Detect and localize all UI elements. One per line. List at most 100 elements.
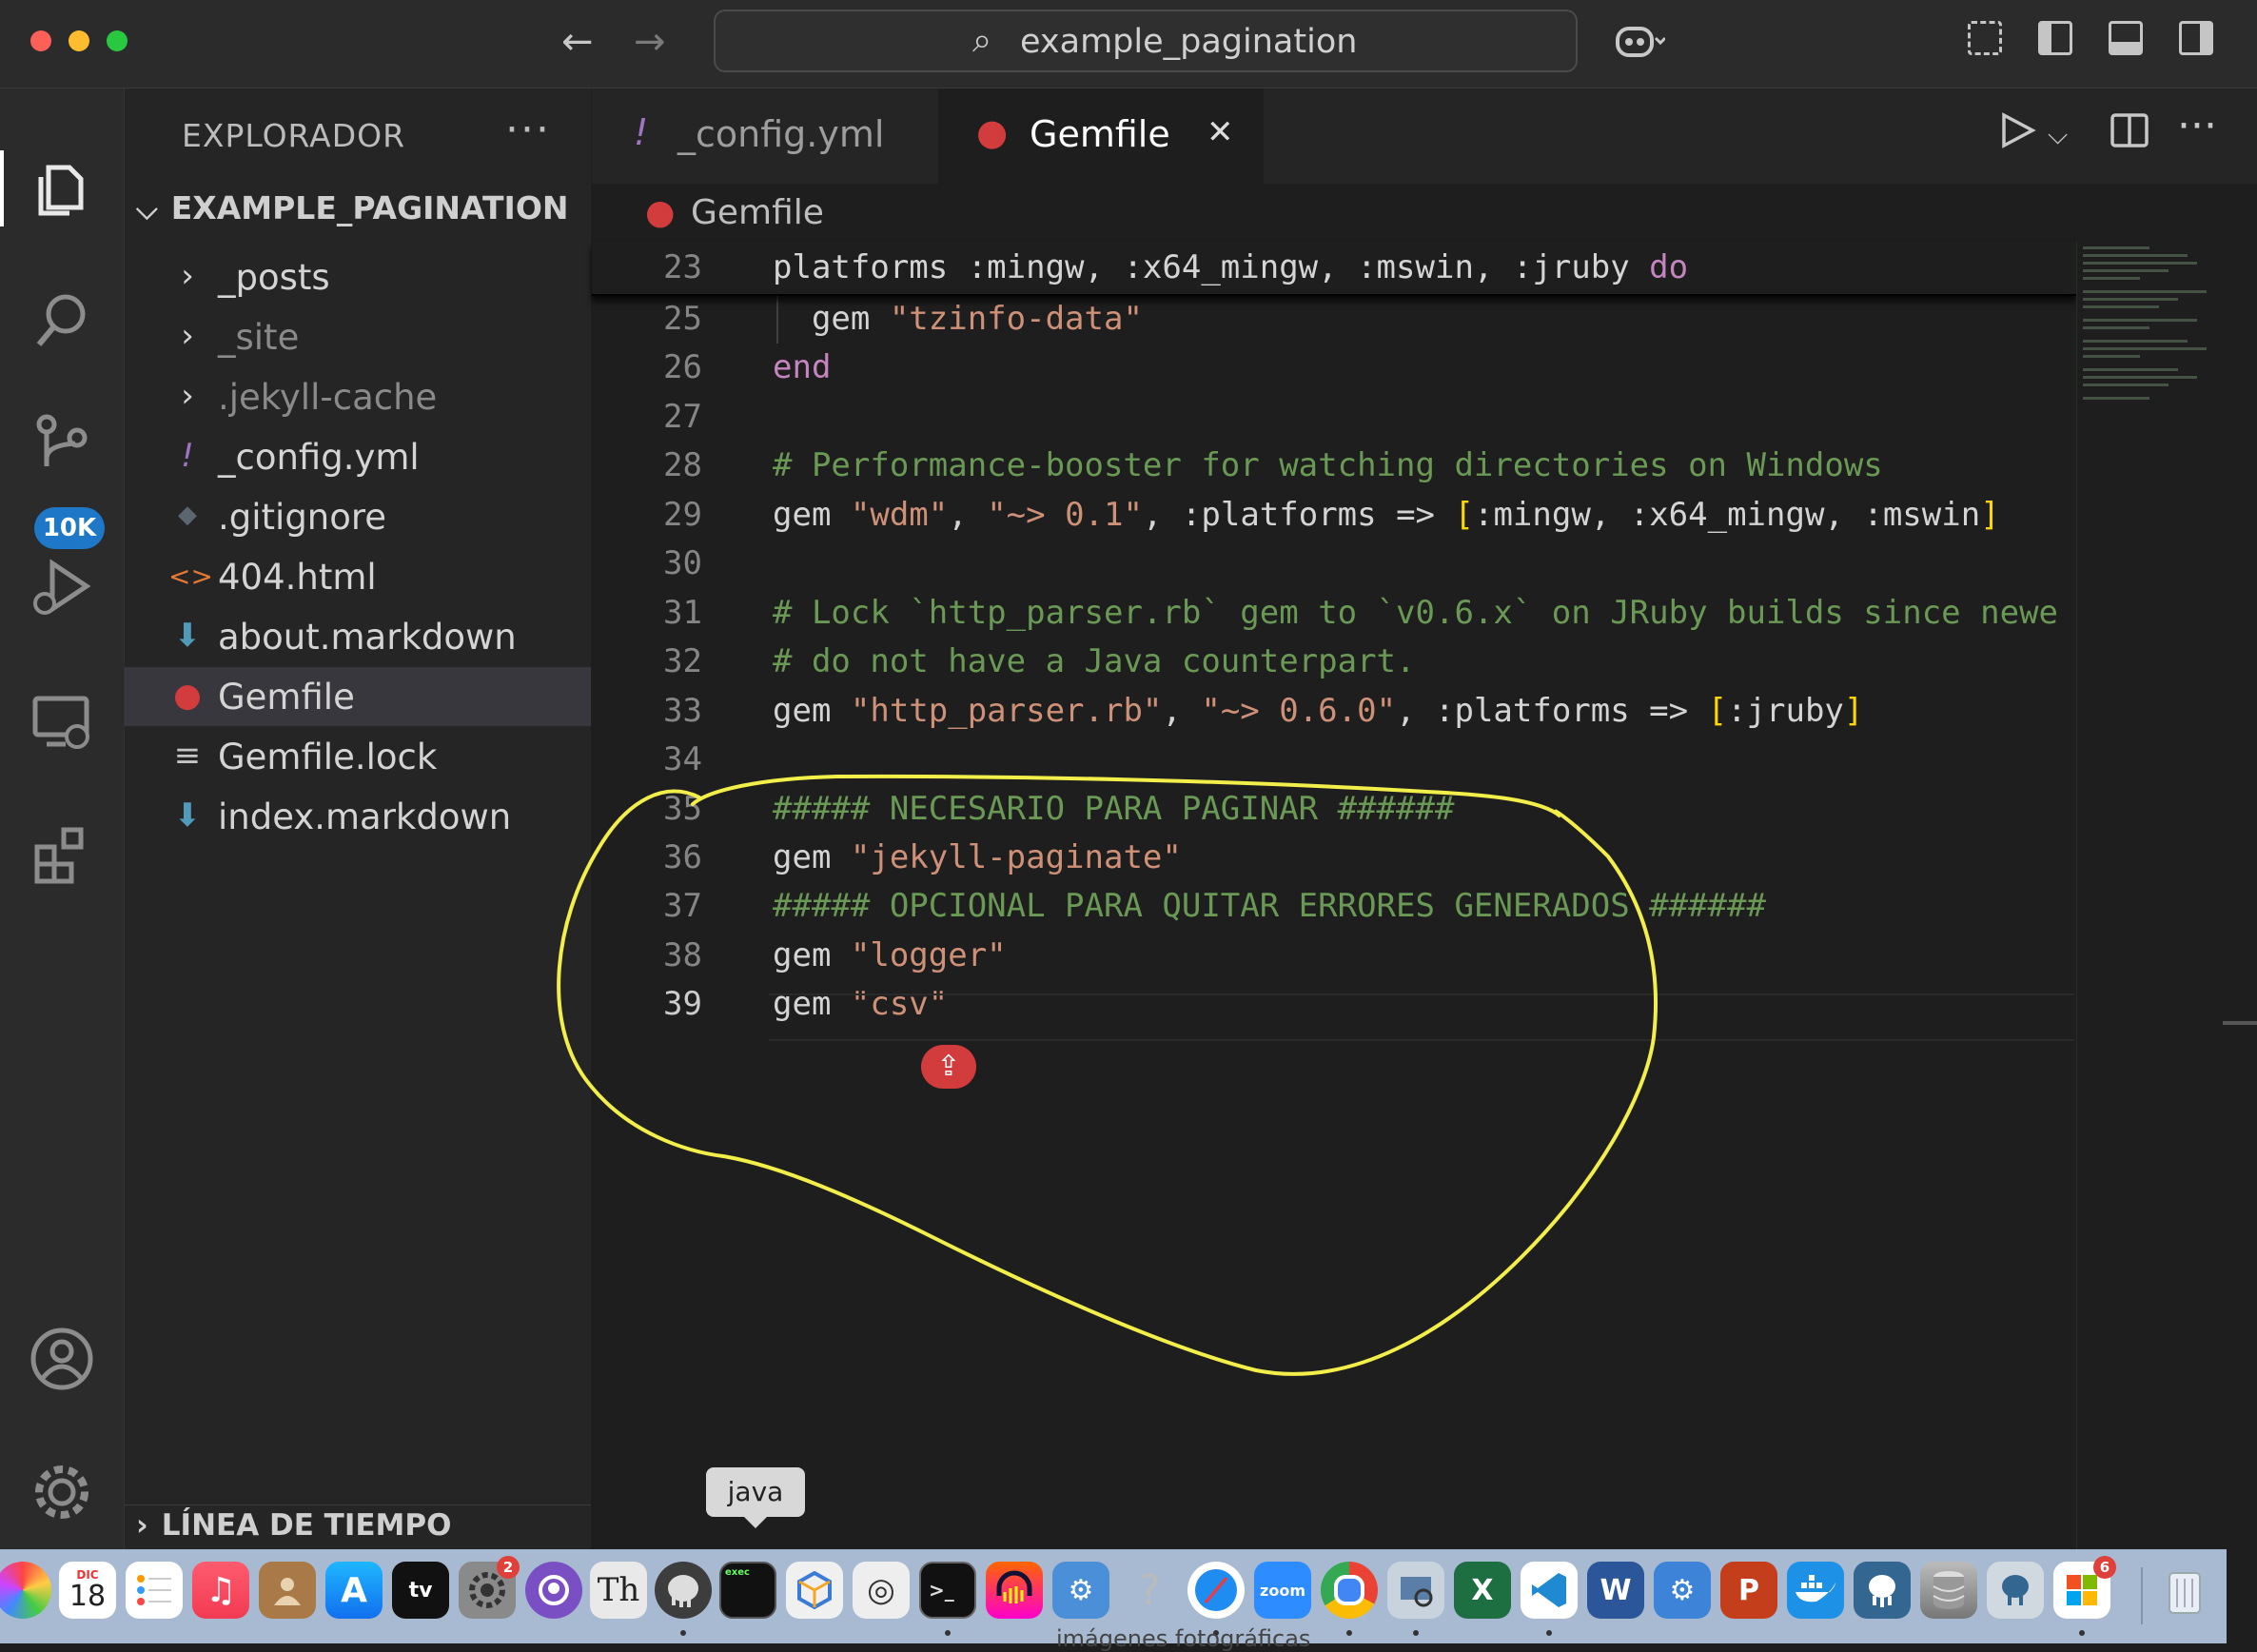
- vscode-app-icon[interactable]: [1521, 1562, 1578, 1619]
- markdown-file-icon: ⬇: [173, 617, 202, 655]
- postgres-app-icon[interactable]: [1854, 1562, 1911, 1619]
- tree-file-config-yml[interactable]: ! _config.yml: [125, 427, 591, 486]
- close-tab-icon[interactable]: ✕: [1207, 113, 1234, 151]
- cube-app-icon[interactable]: [786, 1562, 843, 1619]
- minimap[interactable]: [2076, 241, 2220, 1554]
- terminal-app-icon[interactable]: >_: [919, 1562, 976, 1619]
- scrollbar-thumb[interactable]: [2223, 1021, 2257, 1025]
- apple-tv-app-icon[interactable]: tv: [392, 1562, 449, 1619]
- chevron-right-icon: ›: [181, 257, 194, 295]
- powerpoint-app-icon[interactable]: P: [1720, 1562, 1777, 1619]
- toggle-primary-sidebar-icon[interactable]: [2038, 21, 2072, 55]
- editor-scrollbar[interactable]: [2223, 241, 2257, 1554]
- sticky-scroll-header[interactable]: 23 platforms :mingw, :x64_mingw, :mswin,…: [592, 241, 2076, 296]
- database-app-icon[interactable]: [1920, 1562, 1977, 1619]
- timeline-section-header[interactable]: › LÍNEA DE TIEMPO: [136, 1508, 451, 1543]
- code-line[interactable]: 38 gem "logger": [592, 931, 2076, 980]
- explorer-files-icon[interactable]: [0, 136, 124, 241]
- search-activity-icon[interactable]: [0, 269, 124, 374]
- safari-app-icon[interactable]: [1187, 1562, 1245, 1619]
- run-play-icon[interactable]: [1996, 109, 2038, 162]
- code-line[interactable]: 32 # do not have a Java counterpart.: [592, 637, 2076, 686]
- explorer-title: EXPLORADOR: [182, 117, 406, 154]
- audio-app-icon[interactable]: [986, 1562, 1043, 1619]
- running-indicator: [1413, 1630, 1419, 1636]
- code-line[interactable]: 33 gem "http_parser.rb", "~> 0.6.0", :pla…: [592, 686, 2076, 736]
- tab-config-yml[interactable]: ! _config.yml: [592, 88, 938, 184]
- account-icon[interactable]: [0, 1307, 124, 1411]
- copilot-icon[interactable]: [1612, 19, 1667, 75]
- split-editor-icon[interactable]: [2109, 109, 2150, 162]
- toggle-panel-icon[interactable]: [2109, 21, 2143, 55]
- calendar-app-icon[interactable]: DIC 18: [59, 1562, 116, 1619]
- remote-explorer-icon[interactable]: [0, 669, 124, 774]
- word-app-icon[interactable]: W: [1587, 1562, 1644, 1619]
- tree-file-gemfile[interactable]: ● Gemfile: [125, 667, 591, 726]
- photos-app-icon[interactable]: [0, 1562, 51, 1619]
- code-line[interactable]: 36 gem "jekyll-paginate": [592, 833, 2076, 882]
- code-line[interactable]: 29 gem "wdm", "~> 0.1", :platforms => [:m…: [592, 490, 2076, 540]
- code-editor[interactable]: 25 gem "tzinfo-data" 26 end 27 28 # Performan…: [592, 241, 2076, 1554]
- code-text: gem "jekyll-paginate": [773, 837, 1182, 876]
- contacts-app-icon[interactable]: [259, 1562, 316, 1619]
- disk-utility-icon[interactable]: ⚙: [1052, 1562, 1109, 1619]
- code-line[interactable]: 30: [592, 539, 2076, 588]
- tree-file-gitignore[interactable]: ◆ .gitignore: [125, 487, 591, 546]
- help-icon[interactable]: ?: [1121, 1562, 1178, 1619]
- docker-app-icon[interactable]: [1787, 1562, 1844, 1619]
- java-app-icon[interactable]: [655, 1562, 712, 1619]
- search-text: example_pagination: [1020, 23, 1358, 61]
- tree-file-about-markdown[interactable]: ⬇ about.markdown: [125, 607, 591, 666]
- tree-folder-posts[interactable]: › _posts: [125, 247, 591, 306]
- exec-terminal-icon[interactable]: exec: [719, 1562, 776, 1619]
- tab-gemfile[interactable]: ● Gemfile ✕: [938, 88, 1264, 184]
- workspace-folder-header[interactable]: ⌵ EXAMPLE_PAGINATION: [136, 189, 569, 226]
- code-line[interactable]: 27: [592, 392, 2076, 442]
- breadcrumb-file[interactable]: Gemfile: [691, 193, 824, 232]
- code-line[interactable]: 25 gem "tzinfo-data": [592, 294, 2076, 344]
- code-line[interactable]: 31 # Lock `http_parser.rb` gem to `v0.6.x…: [592, 588, 2076, 638]
- code-line[interactable]: 37 ##### OPCIONAL PARA QUITAR ERRORES GEN…: [592, 881, 2076, 931]
- tree-folder-jekyll-cache[interactable]: › .jekyll-cache: [125, 367, 591, 426]
- music-app-icon[interactable]: ♫: [192, 1562, 249, 1619]
- code-line[interactable]: 34: [592, 735, 2076, 784]
- ruby-lsp-upload-icon[interactable]: ⇪: [921, 1045, 976, 1089]
- toggle-secondary-sidebar-icon[interactable]: [2179, 21, 2213, 55]
- back-arrow-icon[interactable]: ←: [561, 19, 594, 65]
- disk-utility-2-icon[interactable]: ⚙: [1654, 1562, 1711, 1619]
- font-app-icon[interactable]: Th: [590, 1562, 647, 1619]
- code-line[interactable]: 28 # Performance-booster for watching dir…: [592, 441, 2076, 490]
- close-window-button[interactable]: [30, 30, 51, 51]
- tree-file-gemfile-lock[interactable]: ≡ Gemfile.lock: [125, 727, 591, 786]
- explorer-more-button[interactable]: ···: [505, 106, 551, 154]
- forward-arrow-icon[interactable]: →: [634, 19, 666, 65]
- code-text: ##### NECESARIO PARA PAGINAR ######: [773, 789, 1455, 828]
- line-number: 32: [663, 642, 702, 681]
- customize-layout-icon[interactable]: [1968, 21, 2002, 55]
- tree-folder-site[interactable]: › _site: [125, 307, 591, 366]
- reminders-app-icon[interactable]: [126, 1562, 183, 1619]
- tree-file-index-markdown[interactable]: ⬇ index.markdown: [125, 787, 591, 846]
- more-actions-icon[interactable]: ···: [2177, 102, 2217, 150]
- minimize-window-button[interactable]: [69, 30, 89, 51]
- source-control-icon[interactable]: [0, 393, 124, 498]
- excel-app-icon[interactable]: X: [1454, 1562, 1511, 1619]
- zoom-app-icon[interactable]: zoom: [1254, 1562, 1311, 1619]
- chevron-down-icon[interactable]: ⌵: [2048, 119, 2068, 151]
- line-number: 28: [663, 446, 702, 485]
- chrome-app-icon[interactable]: [1321, 1562, 1378, 1619]
- github-desktop-icon[interactable]: [525, 1562, 582, 1619]
- app-store-icon[interactable]: A: [325, 1562, 383, 1619]
- run-debug-icon[interactable]: [0, 536, 124, 640]
- zoom-window-button[interactable]: [107, 30, 128, 51]
- tree-file-404-html[interactable]: <> 404.html: [125, 547, 591, 606]
- trash-icon[interactable]: [2156, 1562, 2213, 1619]
- preview-app-icon[interactable]: [1387, 1562, 1444, 1619]
- extensions-icon[interactable]: [0, 802, 124, 907]
- code-line[interactable]: 26 end: [592, 343, 2076, 392]
- pgadmin-app-icon[interactable]: [1987, 1562, 2044, 1619]
- settings-gear-icon[interactable]: [0, 1440, 124, 1544]
- screenshot-app-icon[interactable]: ◎: [853, 1562, 910, 1619]
- command-center-search[interactable]: ⌕ example_pagination: [714, 10, 1578, 72]
- code-line[interactable]: 35 ##### NECESARIO PARA PAGINAR ######: [592, 784, 2076, 834]
